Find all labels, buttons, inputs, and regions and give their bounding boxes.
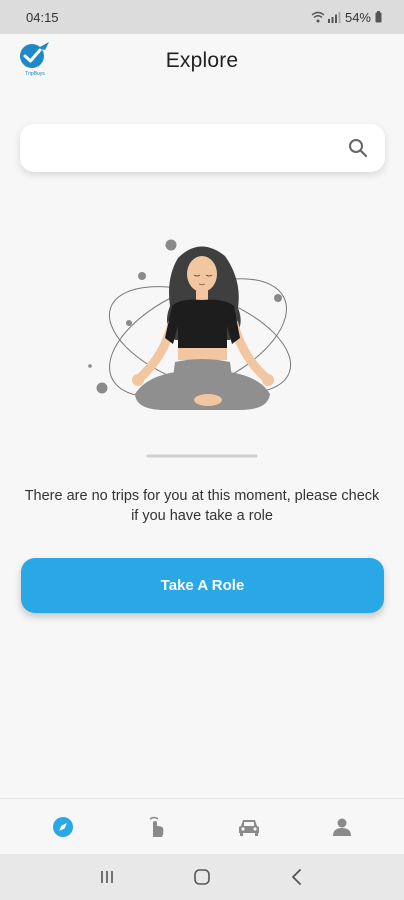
person-icon <box>332 818 351 836</box>
car-icon <box>238 819 259 836</box>
status-icons <box>311 11 341 23</box>
signal-icon <box>327 12 341 23</box>
system-nav-bar <box>0 854 404 900</box>
status-indicators: 54% <box>311 10 382 25</box>
empty-state-message: There are no trips for you at this momen… <box>24 488 380 524</box>
back-button[interactable] <box>277 857 317 897</box>
status-time: 04:15 <box>26 9 59 25</box>
page-title: Explore <box>165 49 239 72</box>
app-header: TripBuys Explore <box>0 34 404 88</box>
home-button[interactable] <box>182 857 222 897</box>
nav-item-profile[interactable] <box>312 799 372 855</box>
logo-text: TripBuys <box>25 71 45 77</box>
nav-item-role[interactable] <box>126 799 186 855</box>
search-bar[interactable] <box>20 124 385 172</box>
nav-item-trips[interactable] <box>219 799 279 855</box>
battery-icon <box>375 11 382 23</box>
take-role-button[interactable]: Take A Role <box>21 558 384 613</box>
wifi-icon <box>311 11 325 23</box>
back-icon <box>291 869 301 885</box>
status-bar: 04:15 54% <box>0 0 404 34</box>
app-logo: TripBuys <box>18 40 52 84</box>
search-input[interactable] <box>36 139 347 157</box>
search-icon[interactable] <box>347 137 369 159</box>
recent-apps-icon <box>101 871 114 883</box>
nav-item-explore[interactable] <box>33 799 93 855</box>
battery-percentage: 54% <box>344 9 371 25</box>
meditation-illustration <box>80 228 320 464</box>
logo-check-icon <box>20 42 49 68</box>
tap-hand-icon <box>149 816 163 837</box>
bottom-nav <box>0 798 404 854</box>
home-icon <box>194 869 210 885</box>
recent-apps-button[interactable] <box>87 857 127 897</box>
compass-icon <box>52 816 73 837</box>
